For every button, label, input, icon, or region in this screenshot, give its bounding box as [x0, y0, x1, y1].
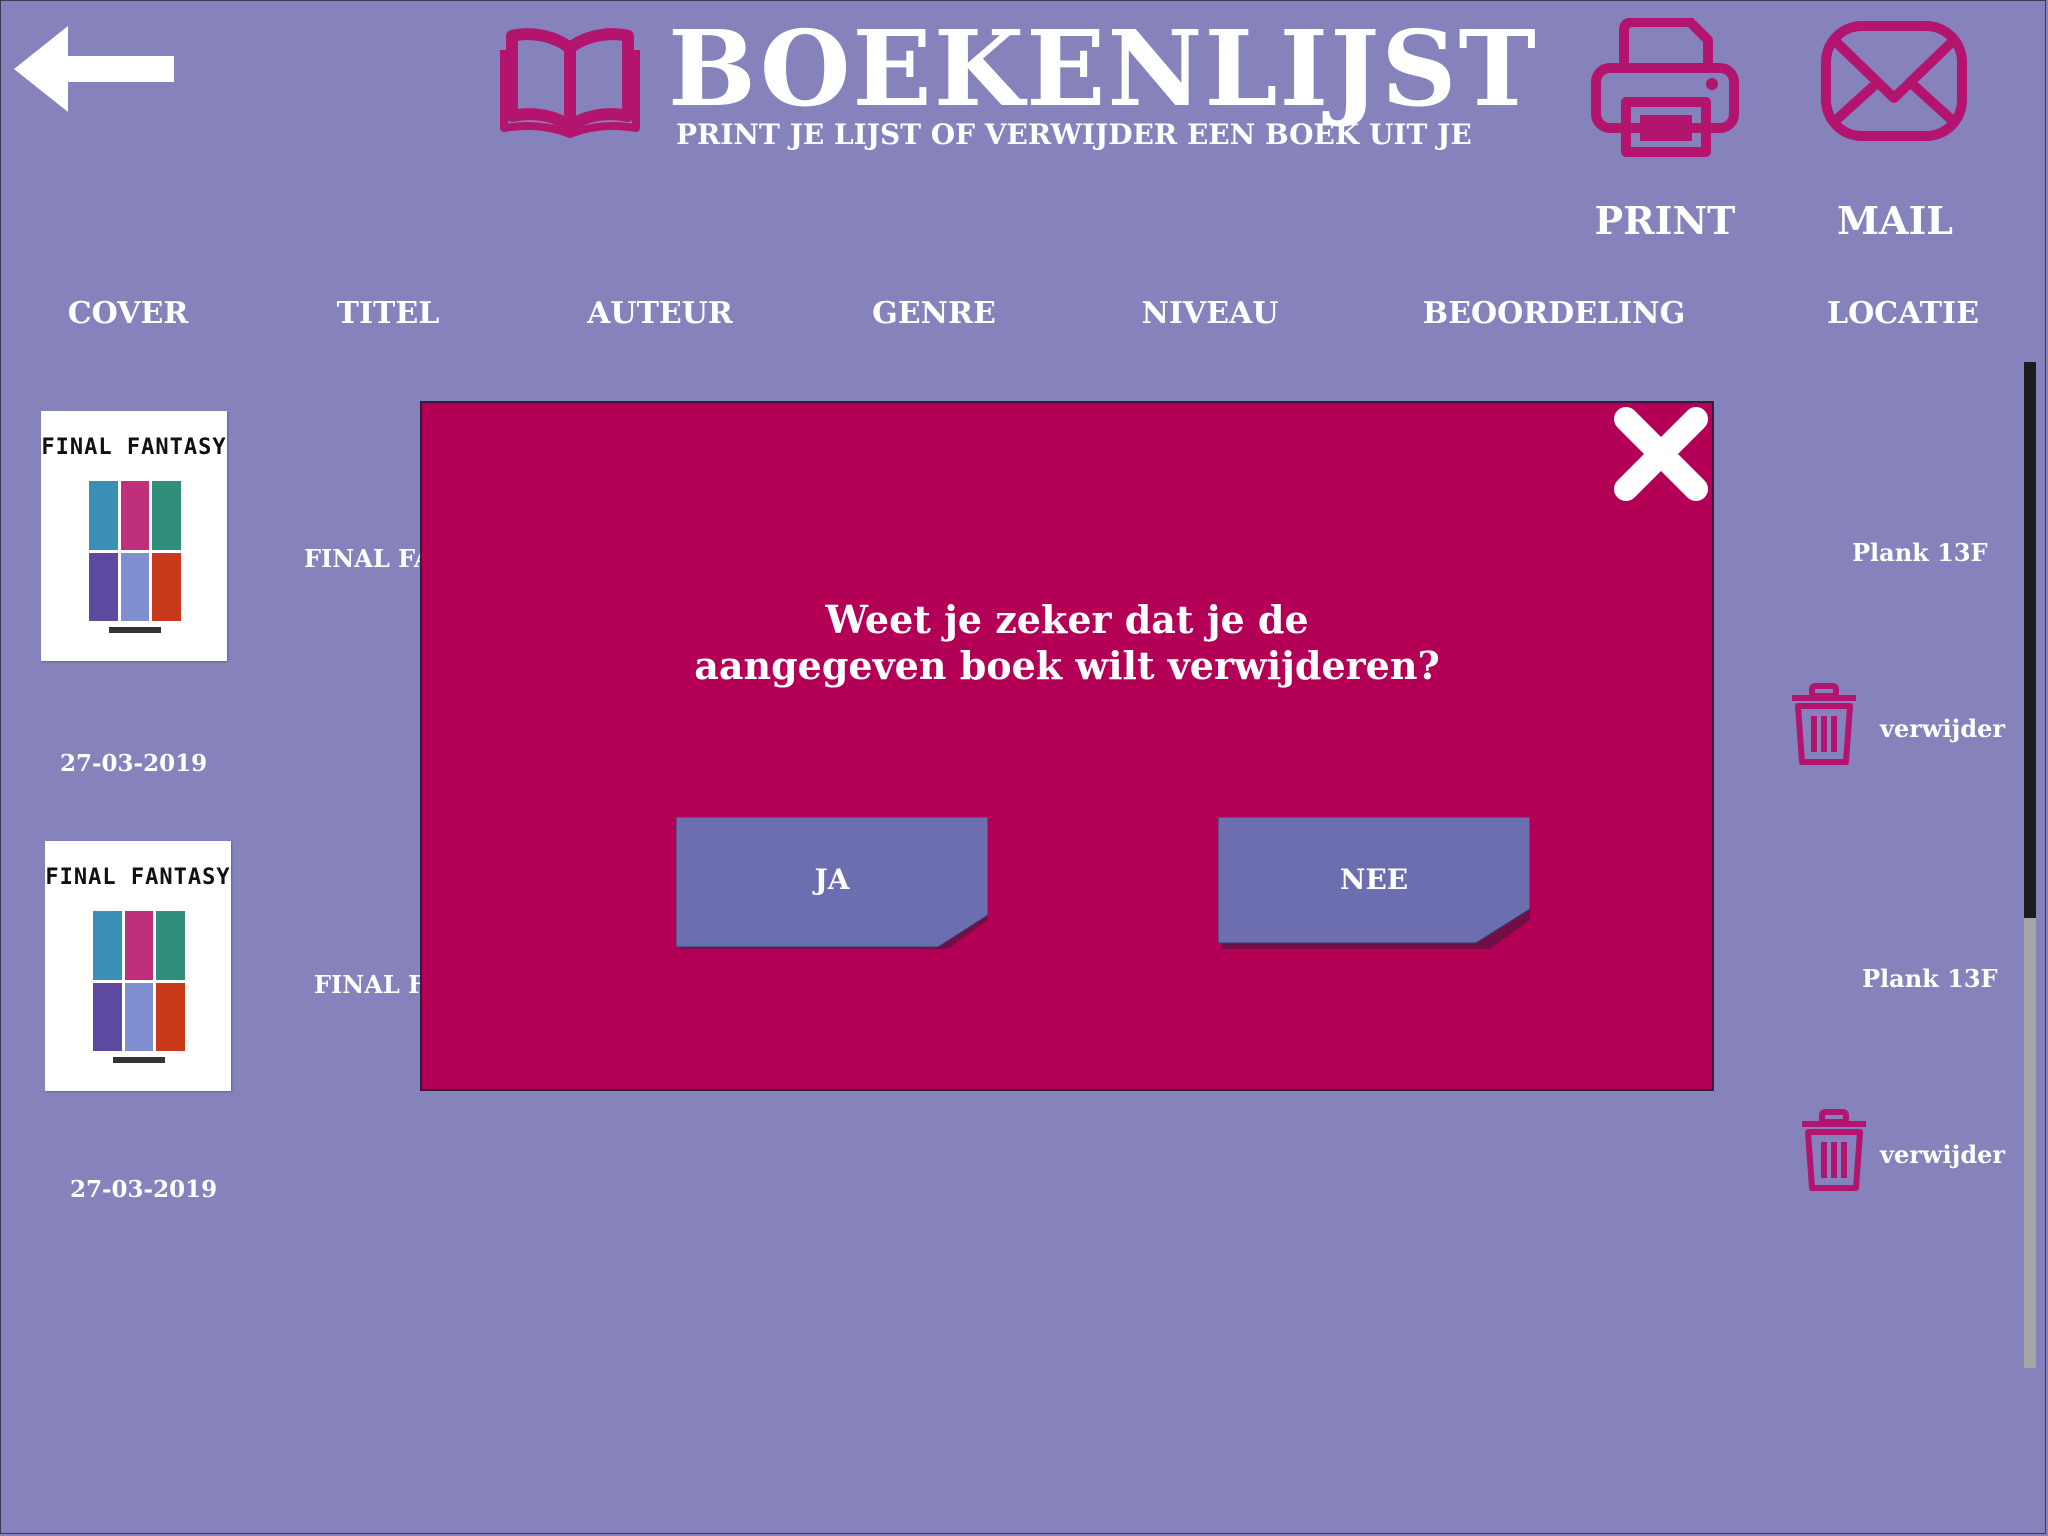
cover-title: FINAL FANTASY [41, 435, 227, 460]
cover-art [89, 481, 181, 621]
column-header-genre: GENRE [872, 296, 996, 331]
book-cover: FINAL FANTASY [45, 841, 231, 1091]
page-title: BOEKENLIJST [668, 7, 1538, 130]
dialog-message-line1: Weet je zeker dat je de [825, 597, 1309, 642]
book-date: 27-03-2019 [60, 750, 208, 777]
column-header-titel: TITEL [336, 296, 440, 331]
cover-art [93, 911, 185, 1051]
delete-button[interactable]: verwijder [1880, 1140, 2005, 1169]
book-location: Plank 13F [1852, 538, 1988, 567]
back-button[interactable] [14, 26, 178, 112]
trash-icon[interactable] [1788, 682, 1860, 768]
confirm-delete-dialog: Weet je zeker dat je de aangegeven boek … [420, 401, 1714, 1091]
mail-button[interactable]: MAIL [1820, 18, 1970, 243]
trash-icon[interactable] [1798, 1108, 1870, 1194]
book-cover: FINAL FANTASY [41, 411, 227, 661]
yes-button[interactable]: JA [676, 817, 988, 949]
printer-icon [1591, 18, 1739, 157]
column-header-locatie: LOCATIE [1827, 296, 1979, 331]
no-button[interactable]: NEE [1218, 817, 1530, 949]
mail-label: MAIL [1836, 198, 1954, 243]
dialog-message-line2: aangegeven boek wilt verwijderen? [694, 643, 1440, 688]
column-header-auteur: AUTEUR [587, 296, 733, 331]
dialog-message: Weet je zeker dat je de aangegeven boek … [422, 597, 1712, 689]
column-header-beoordeling: BEOORDELING [1422, 296, 1686, 331]
column-header-cover: COVER [67, 296, 189, 331]
print-button[interactable]: PRINT [1590, 18, 1740, 243]
cover-footer [109, 627, 161, 633]
no-button-label: NEE [1339, 863, 1409, 896]
column-header-niveau: NIVEAU [1141, 296, 1279, 331]
cover-title: FINAL FANTASY [45, 865, 231, 890]
page-subtitle: PRINT JE LIJST OF VERWIJDER EEN BOEK UIT… [676, 118, 1472, 151]
book-date: 27-03-2019 [70, 1176, 218, 1203]
delete-button[interactable]: verwijder [1880, 714, 2005, 743]
print-label: PRINT [1594, 198, 1736, 243]
arrow-left-icon [14, 26, 174, 112]
cover-footer [113, 1057, 165, 1063]
close-x-icon[interactable] [1610, 403, 1712, 505]
yes-button-label: JA [814, 863, 850, 896]
book-location: Plank 13F [1862, 964, 1998, 993]
envelope-icon [1821, 21, 1967, 141]
scrollbar-thumb[interactable] [2024, 362, 2036, 918]
open-book-icon [500, 26, 640, 138]
